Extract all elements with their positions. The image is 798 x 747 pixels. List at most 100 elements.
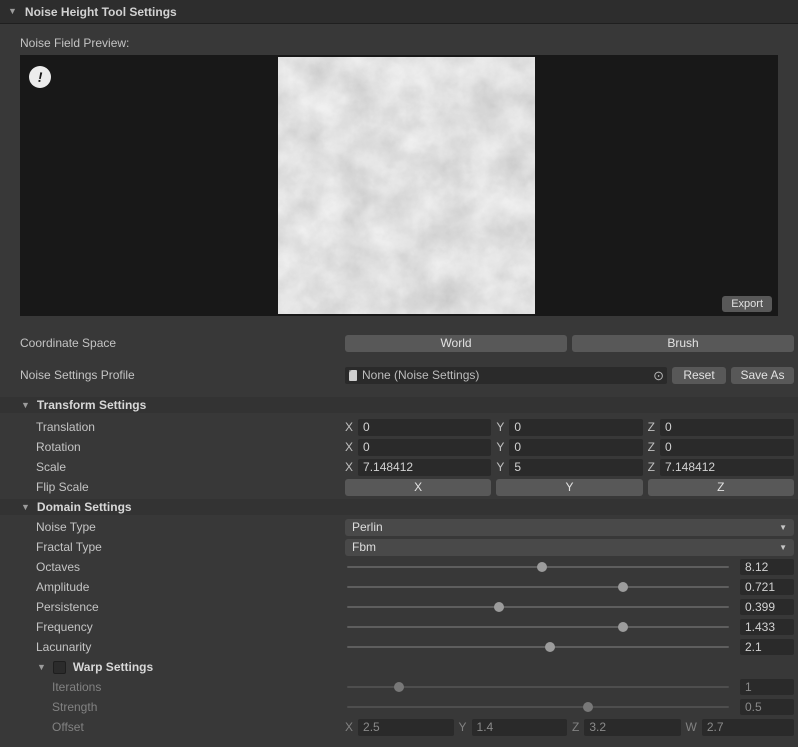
scale-z-field[interactable]: 7.148412 bbox=[660, 459, 794, 476]
rotation-row: Rotation X 0 Y 0 Z 0 bbox=[0, 437, 798, 457]
octaves-value-field[interactable]: 8.12 bbox=[740, 559, 794, 575]
warp-settings-row[interactable]: ▼ Warp Settings bbox=[0, 657, 798, 677]
slider-handle[interactable] bbox=[618, 622, 628, 632]
foldout-arrow-icon[interactable]: ▼ bbox=[37, 663, 46, 672]
warp-settings-title: Warp Settings bbox=[73, 660, 153, 674]
amplitude-value-field[interactable]: 0.721 bbox=[740, 579, 794, 595]
offset-y-cell: Y 1.4 bbox=[459, 719, 568, 736]
scale-x-field[interactable]: 7.148412 bbox=[358, 459, 491, 476]
translation-z-cell: Z 0 bbox=[648, 419, 794, 436]
rotation-z-field[interactable]: 0 bbox=[660, 439, 794, 456]
noise-type-value: Perlin bbox=[352, 520, 383, 534]
axis-label-x: X bbox=[345, 460, 353, 474]
scale-y-field[interactable]: 5 bbox=[509, 459, 642, 476]
frequency-value-field[interactable]: 1.433 bbox=[740, 619, 794, 635]
foldout-arrow-icon[interactable]: ▼ bbox=[21, 401, 30, 410]
world-button[interactable]: World bbox=[345, 335, 567, 352]
transform-settings-title: Transform Settings bbox=[37, 398, 146, 412]
slider-handle[interactable] bbox=[394, 682, 404, 692]
flip-z-button[interactable]: Z bbox=[648, 479, 794, 496]
axis-label-x: X bbox=[345, 420, 353, 434]
foldout-arrow-icon[interactable]: ▼ bbox=[21, 503, 30, 512]
warp-enabled-checkbox[interactable] bbox=[53, 661, 66, 674]
rotation-x-cell: X 0 bbox=[345, 439, 491, 456]
slider-handle[interactable] bbox=[494, 602, 504, 612]
reset-button[interactable]: Reset bbox=[672, 367, 726, 384]
slider-handle[interactable] bbox=[545, 642, 555, 652]
domain-settings-header[interactable]: ▼ Domain Settings bbox=[0, 499, 798, 515]
amplitude-slider[interactable] bbox=[345, 577, 731, 597]
axis-label-y: Y bbox=[496, 440, 504, 454]
export-button[interactable]: Export bbox=[722, 296, 772, 312]
persistence-value-field[interactable]: 0.399 bbox=[740, 599, 794, 615]
object-picker-icon[interactable]: ⊙ bbox=[653, 367, 664, 384]
offset-z-cell: Z 3.2 bbox=[572, 719, 681, 736]
scale-x-cell: X 7.148412 bbox=[345, 459, 491, 476]
translation-x-cell: X 0 bbox=[345, 419, 491, 436]
frequency-slider[interactable] bbox=[345, 617, 731, 637]
slider-handle[interactable] bbox=[618, 582, 628, 592]
translation-z-field[interactable]: 0 bbox=[660, 419, 794, 436]
translation-y-cell: Y 0 bbox=[496, 419, 642, 436]
persistence-row: Persistence 0.399 bbox=[0, 597, 798, 617]
slider-handle[interactable] bbox=[537, 562, 547, 572]
fractal-type-row: Fractal Type Fbm ▼ bbox=[0, 537, 798, 557]
axis-label-x: X bbox=[345, 720, 353, 734]
axis-label-z: Z bbox=[648, 460, 655, 474]
fractal-type-value: Fbm bbox=[352, 540, 376, 554]
scale-row: Scale X 7.148412 Y 5 Z 7.148412 bbox=[0, 457, 798, 477]
octaves-slider[interactable] bbox=[345, 557, 731, 577]
iterations-value-field[interactable]: 1 bbox=[740, 679, 794, 695]
axis-label-z: Z bbox=[648, 440, 655, 454]
rotation-z-cell: Z 0 bbox=[648, 439, 794, 456]
noise-type-row: Noise Type Perlin ▼ bbox=[0, 517, 798, 537]
flip-scale-row: Flip Scale X Y Z bbox=[0, 477, 798, 497]
noise-type-dropdown[interactable]: Perlin ▼ bbox=[345, 519, 794, 536]
coordinate-space-row: Coordinate Space World Brush bbox=[0, 333, 798, 353]
translation-y-field[interactable]: 0 bbox=[509, 419, 642, 436]
offset-w-field[interactable]: 2.7 bbox=[702, 719, 794, 736]
flip-y-button[interactable]: Y bbox=[496, 479, 642, 496]
offset-y-field[interactable]: 1.4 bbox=[472, 719, 567, 736]
slider-handle[interactable] bbox=[583, 702, 593, 712]
noise-settings-object-field[interactable]: None (Noise Settings) ⊙ bbox=[345, 367, 667, 384]
lacunarity-slider[interactable] bbox=[345, 637, 731, 657]
amplitude-label: Amplitude bbox=[0, 580, 345, 594]
iterations-slider[interactable] bbox=[345, 677, 731, 697]
octaves-label: Octaves bbox=[0, 560, 345, 574]
offset-x-field[interactable]: 2.5 bbox=[358, 719, 453, 736]
rotation-y-field[interactable]: 0 bbox=[509, 439, 642, 456]
panel-header[interactable]: ▼ Noise Height Tool Settings bbox=[0, 0, 798, 24]
noise-texture-svg bbox=[278, 57, 535, 314]
fractal-type-dropdown[interactable]: Fbm ▼ bbox=[345, 539, 794, 556]
persistence-slider[interactable] bbox=[345, 597, 731, 617]
rotation-x-field[interactable]: 0 bbox=[358, 439, 491, 456]
object-icon bbox=[349, 370, 357, 381]
scale-z-cell: Z 7.148412 bbox=[648, 459, 794, 476]
axis-label-y: Y bbox=[459, 720, 467, 734]
save-as-button[interactable]: Save As bbox=[731, 367, 794, 384]
slider-track bbox=[347, 586, 729, 588]
foldout-arrow-icon[interactable]: ▼ bbox=[8, 7, 17, 16]
translation-x-field[interactable]: 0 bbox=[358, 419, 491, 436]
brush-button[interactable]: Brush bbox=[572, 335, 794, 352]
offset-z-field[interactable]: 3.2 bbox=[584, 719, 680, 736]
offset-x-cell: X 2.5 bbox=[345, 719, 454, 736]
strength-label: Strength bbox=[0, 700, 345, 714]
noise-type-label: Noise Type bbox=[0, 520, 345, 534]
noise-preview-area: ! Export bbox=[20, 55, 778, 316]
offset-label: Offset bbox=[0, 720, 345, 734]
offset-row: Offset X 2.5 Y 1.4 Z 3.2 W 2.7 bbox=[0, 717, 798, 737]
rotation-y-cell: Y 0 bbox=[496, 439, 642, 456]
domain-settings-title: Domain Settings bbox=[37, 500, 132, 514]
axis-label-w: W bbox=[686, 720, 697, 734]
lacunarity-label: Lacunarity bbox=[0, 640, 345, 654]
transform-settings-header[interactable]: ▼ Transform Settings bbox=[0, 397, 798, 413]
flip-x-button[interactable]: X bbox=[345, 479, 491, 496]
scale-label: Scale bbox=[0, 460, 345, 474]
translation-row: Translation X 0 Y 0 Z 0 bbox=[0, 417, 798, 437]
strength-slider[interactable] bbox=[345, 697, 731, 717]
strength-value-field[interactable]: 0.5 bbox=[740, 699, 794, 715]
lacunarity-value-field[interactable]: 2.1 bbox=[740, 639, 794, 655]
fractal-type-label: Fractal Type bbox=[0, 540, 345, 554]
